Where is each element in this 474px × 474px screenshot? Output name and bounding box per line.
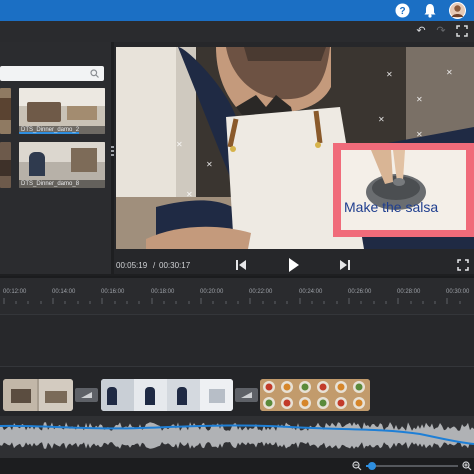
video-preview[interactable]: ✕✕ ✕✕ ✕✕ ✕✕ ✕✕ Make the salsa	[116, 47, 474, 249]
tick-label: 00:18:00	[151, 289, 175, 295]
ruler-ticks	[3, 298, 461, 304]
tick-label: 00:26:00	[348, 289, 372, 295]
zoom-slider[interactable]	[366, 462, 458, 470]
help-icon[interactable]: ?	[395, 3, 410, 18]
title-overlay-card: Make the salsa	[341, 150, 466, 230]
video-clip[interactable]	[3, 379, 73, 411]
top-bar: ?	[0, 0, 474, 21]
media-thumbnail[interactable]	[0, 88, 11, 134]
svg-text:✕: ✕	[186, 190, 193, 199]
zoom-out-icon[interactable]	[352, 461, 362, 471]
skip-forward-icon[interactable]	[339, 259, 351, 271]
svg-text:✕: ✕	[416, 95, 423, 104]
tick-label: 00:24:00	[299, 289, 323, 295]
overlay-image	[341, 150, 466, 230]
transition-icon	[81, 392, 92, 398]
video-clip[interactable]	[260, 379, 370, 411]
user-avatar[interactable]	[449, 2, 466, 19]
time-separator: /	[153, 261, 156, 270]
svg-text:✕: ✕	[206, 160, 213, 169]
title-overlay[interactable]: Make the salsa	[333, 143, 474, 237]
timeline-ruler[interactable]: 00:12:00 00:14:00 00:16:00 00:18:00 00:2…	[0, 276, 474, 314]
video-track[interactable]	[0, 366, 474, 416]
media-thumbnail-label: DTS_Dinner_damo_8	[21, 181, 80, 187]
editor-toolbar: ↶ ↷	[0, 21, 474, 42]
search-icon	[90, 69, 99, 78]
tick-label: 00:16:00	[101, 289, 125, 295]
svg-text:✕: ✕	[378, 115, 385, 124]
overlay-track[interactable]	[0, 314, 474, 366]
tick-label: 00:30:00	[446, 289, 470, 295]
play-icon[interactable]	[288, 258, 300, 272]
tick-label: 00:12:00	[3, 289, 27, 295]
preview-fullscreen-icon[interactable]	[457, 259, 469, 271]
video-clip[interactable]	[101, 379, 233, 411]
clip-thumbnails	[260, 379, 370, 411]
undo-icon[interactable]: ↶	[414, 24, 428, 38]
svg-text:✕: ✕	[176, 140, 183, 149]
fullscreen-icon[interactable]	[456, 25, 468, 37]
tick-label: 00:28:00	[397, 289, 421, 295]
timeline-footer	[0, 458, 474, 474]
zoom-in-icon[interactable]	[462, 461, 472, 471]
transition-marker[interactable]	[235, 388, 258, 402]
svg-text:✕: ✕	[386, 70, 393, 79]
current-time: 00:05:19	[116, 261, 148, 270]
tick-label: 00:14:00	[52, 289, 76, 295]
media-thumbnail-label: DTS_Dinner_damo_2	[21, 127, 80, 133]
overlay-title-text: Make the salsa	[344, 199, 439, 215]
svg-text:?: ?	[399, 6, 405, 17]
bell-icon[interactable]	[423, 3, 437, 18]
tick-label: 00:20:00	[200, 289, 224, 295]
playback-controls: 00:05:19 / 00:30:17	[114, 252, 474, 276]
svg-text:✕: ✕	[416, 130, 423, 139]
svg-text:✕: ✕	[446, 68, 453, 77]
audio-waveform	[0, 416, 474, 458]
redo-icon[interactable]: ↷	[434, 24, 448, 38]
tick-label: 00:22:00	[249, 289, 273, 295]
total-time: 00:30:17	[159, 261, 191, 270]
media-thumbnail[interactable]	[0, 142, 11, 188]
audio-track[interactable]	[0, 416, 474, 458]
transition-icon	[241, 392, 252, 398]
zoom-slider-handle[interactable]	[367, 462, 376, 470]
skip-back-icon[interactable]	[235, 259, 247, 271]
media-search-input[interactable]	[0, 66, 104, 81]
transition-marker[interactable]	[75, 388, 98, 402]
